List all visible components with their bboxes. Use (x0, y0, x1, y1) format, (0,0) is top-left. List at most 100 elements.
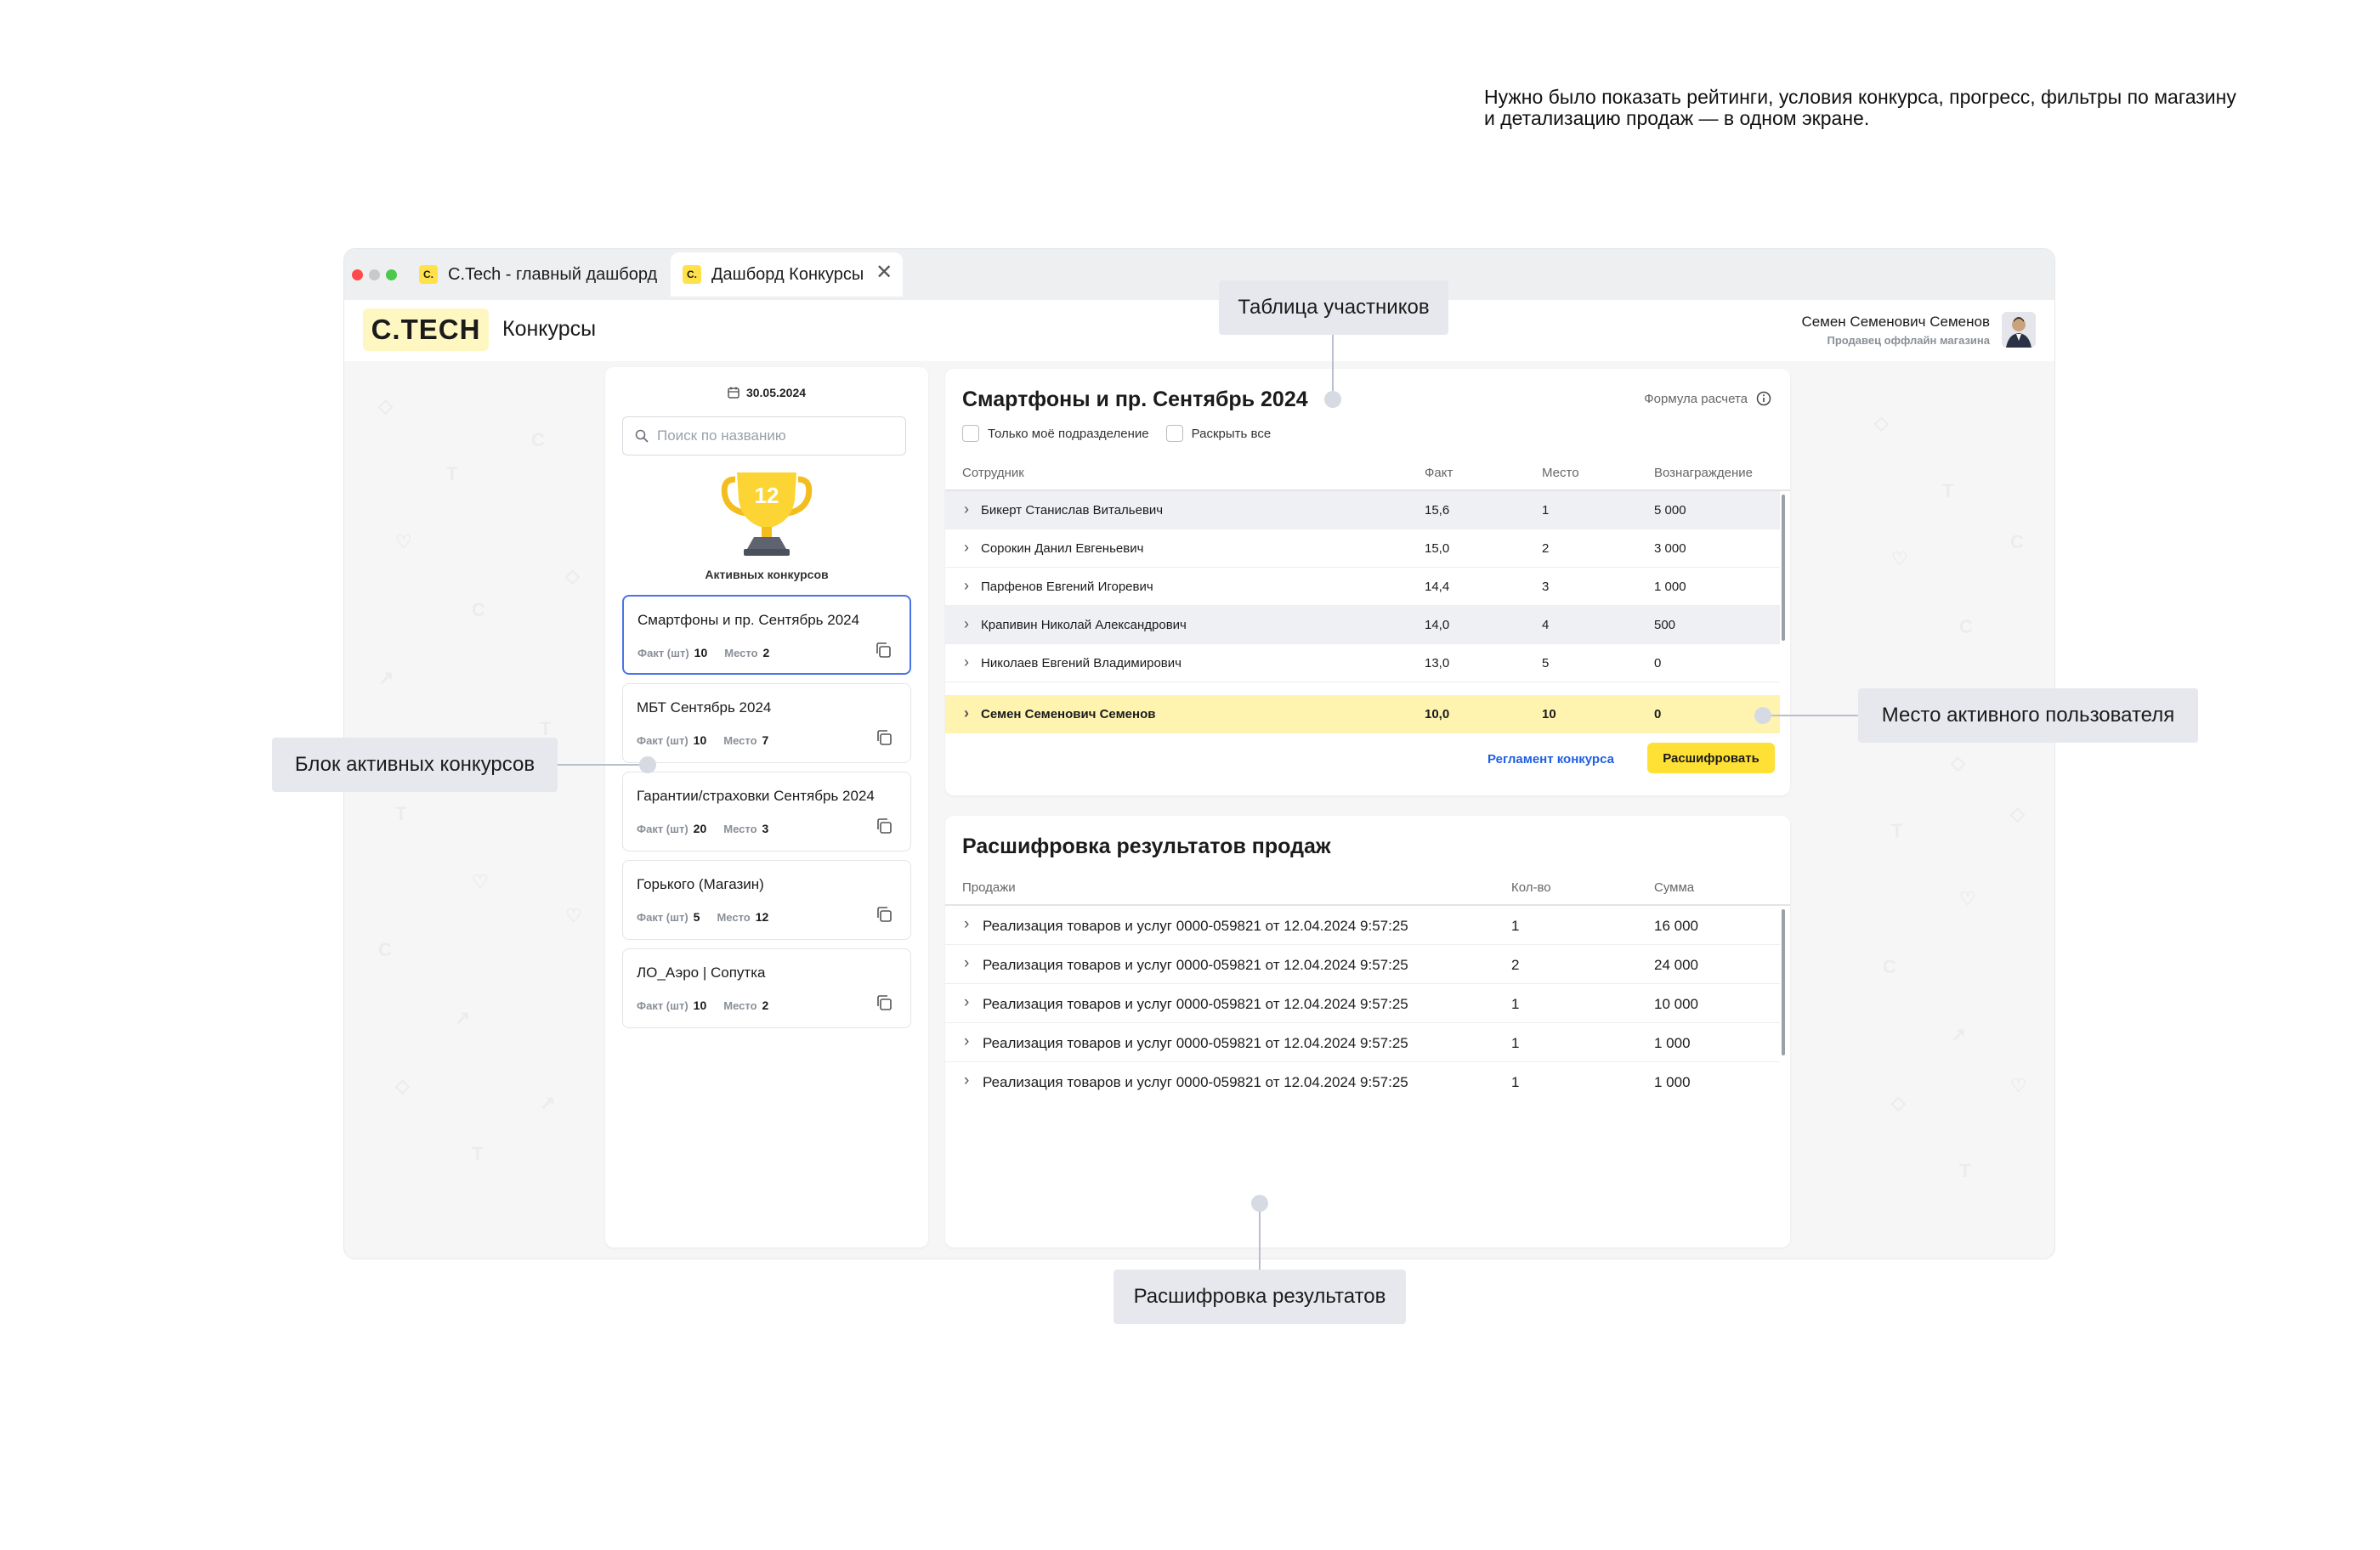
info-icon (1756, 391, 1771, 406)
fact-value: 13,0 (1425, 656, 1450, 670)
place-value: 2 (1542, 541, 1550, 556)
column-qty[interactable]: Кол-во (1511, 880, 1551, 895)
trophy-icon: 12 (720, 467, 813, 561)
checkbox-box[interactable] (1165, 425, 1183, 442)
place-value: 3 (762, 822, 769, 835)
contest-title-heading: Смартфоны и пр. Сентябрь 2024 (962, 388, 1308, 411)
fact-value: 10,0 (1425, 707, 1450, 721)
expand-all-checkbox[interactable]: Раскрыть все (1165, 425, 1271, 442)
table-row[interactable]: › Парфенов Евгений Игоревич 14,4 3 1 000 (945, 568, 1780, 606)
fact-value: 10 (694, 646, 708, 659)
tab-main-dashboard[interactable]: С. C.Tech - главный дашборд (407, 252, 669, 297)
chevron-right-icon[interactable]: › (964, 993, 969, 1012)
chevron-right-icon[interactable]: › (964, 577, 969, 595)
sum-value: 1 000 (1654, 1035, 1691, 1051)
formula-link[interactable]: Формула расчета (1644, 391, 1771, 406)
chevron-right-icon[interactable]: › (964, 915, 969, 934)
column-employee[interactable]: Сотрудник (962, 466, 1024, 480)
sales-document: Реализация товаров и услуг 0000-059821 о… (983, 996, 1408, 1012)
fact-label: Факт (шт) (637, 734, 688, 747)
tab-bar: С. C.Tech - главный дашборд С. Дашборд К… (344, 249, 2054, 300)
column-reward[interactable]: Вознаграждение (1654, 466, 1753, 480)
fact-label: Факт (шт) (638, 647, 689, 659)
search-field[interactable] (622, 416, 906, 455)
place-value: 4 (1542, 618, 1550, 632)
place-label: Место (723, 734, 757, 747)
copy-icon[interactable] (874, 641, 892, 659)
contest-card[interactable]: Горького (Магазин) Факт (шт) 5 Место 12 (622, 860, 911, 940)
sum-value: 1 000 (1654, 1074, 1691, 1090)
table-row[interactable]: › Реализация товаров и услуг 0000-059821… (945, 906, 1780, 945)
active-contests-label: Активных конкурсов (705, 568, 829, 581)
table-row[interactable]: › Реализация товаров и услуг 0000-059821… (945, 1062, 1780, 1101)
contest-title: Горького (Магазин) (637, 876, 764, 892)
copy-icon[interactable] (875, 728, 893, 747)
copy-icon[interactable] (875, 993, 893, 1012)
fact-value: 5 (693, 910, 700, 924)
only-my-department-checkbox[interactable]: Только моё подразделение (962, 425, 1149, 442)
scrollbar-thumb[interactable] (1782, 909, 1785, 1055)
sales-document: Реализация товаров и услуг 0000-059821 о… (983, 1035, 1408, 1051)
column-sum[interactable]: Сумма (1654, 880, 1694, 895)
chevron-right-icon[interactable]: › (964, 615, 969, 633)
place-value: 7 (762, 733, 769, 747)
contest-card[interactable]: ЛО_Аэро | Сопутка Факт (шт) 10 Место 2 (622, 948, 911, 1028)
decode-button[interactable]: Расшифровать (1647, 743, 1775, 773)
table-row[interactable]: › Реализация товаров и услуг 0000-059821… (945, 945, 1780, 984)
chevron-right-icon[interactable]: › (964, 1032, 969, 1051)
minimize-window-dot[interactable] (369, 269, 380, 280)
copy-icon[interactable] (875, 905, 893, 924)
contest-card[interactable]: Гарантии/страховки Сентябрь 2024 Факт (ш… (622, 772, 911, 851)
close-window-dot[interactable] (352, 269, 363, 280)
contest-meta: Факт (шт) 10 Место 7 (637, 733, 780, 747)
contest-card[interactable]: МБТ Сентябрь 2024 Факт (шт) 10 Место 7 (622, 683, 911, 763)
column-place[interactable]: Место (1542, 466, 1579, 480)
place-value: 2 (762, 646, 770, 659)
qty-value: 1 (1511, 918, 1520, 934)
table-row[interactable]: › Сорокин Данил Евгеньевич 15,0 2 3 000 (945, 529, 1780, 568)
reward-value: 0 (1654, 707, 1662, 721)
column-sales[interactable]: Продажи (962, 880, 1016, 895)
chevron-right-icon[interactable]: › (964, 539, 969, 557)
formula-label: Формула расчета (1644, 391, 1748, 406)
avatar[interactable] (2002, 312, 2036, 348)
checkbox-label: Только моё подразделение (988, 426, 1149, 441)
participants-panel: Смартфоны и пр. Сентябрь 2024 Формула ра… (945, 369, 1790, 795)
chevron-right-icon[interactable]: › (964, 1072, 969, 1090)
date-row[interactable]: 30.05.2024 (605, 386, 928, 399)
place-value: 1 (1542, 503, 1550, 518)
table-row[interactable]: › Бикерт Станислав Витальевич 15,6 1 5 0… (945, 491, 1780, 529)
column-fact[interactable]: Факт (1425, 466, 1453, 480)
copy-icon[interactable] (875, 817, 893, 835)
close-tab-icon[interactable]: ✕ (876, 263, 892, 283)
callout-connector (1259, 1207, 1261, 1270)
qty-value: 1 (1511, 996, 1520, 1012)
contest-rules-link[interactable]: Регламент конкурса (1488, 752, 1614, 767)
current-user-row[interactable]: › Семен Семенович Семенов 10,0 10 0 (945, 695, 1780, 733)
checkbox-box[interactable] (962, 425, 979, 442)
intro-text: Нужно было показать рейтинги, условия ко… (1484, 86, 2236, 129)
chevron-right-icon[interactable]: › (964, 501, 969, 518)
fact-value: 15,6 (1425, 503, 1450, 518)
reward-value: 1 000 (1654, 580, 1686, 594)
contest-title: МБТ Сентябрь 2024 (637, 699, 772, 716)
place-value: 2 (762, 998, 769, 1012)
contest-card[interactable]: Смартфоны и пр. Сентябрь 2024 Факт (шт) 1… (622, 595, 911, 675)
table-row[interactable]: › Реализация товаров и услуг 0000-059821… (945, 984, 1780, 1023)
search-input[interactable] (657, 427, 878, 444)
chevron-right-icon[interactable]: › (964, 653, 969, 671)
chevron-right-icon[interactable]: › (964, 954, 969, 973)
reward-value: 500 (1654, 618, 1676, 632)
tab-contests-dashboard[interactable]: С. Дашборд Конкурсы ✕ (671, 252, 904, 297)
table-row[interactable]: › Николаев Евгений Владимирович 13,0 5 0 (945, 644, 1780, 682)
place-value: 12 (755, 910, 769, 924)
fact-label: Факт (шт) (637, 911, 688, 924)
table-row[interactable]: › Крапивин Николай Александрович 14,0 4 … (945, 606, 1780, 644)
chevron-right-icon[interactable]: › (964, 704, 969, 722)
ctech-logo[interactable]: С.TECH (363, 308, 489, 351)
table-row[interactable]: › Реализация товаров и услуг 0000-059821… (945, 1023, 1780, 1062)
filter-checkboxes: Только моё подразделение Раскрыть все (962, 425, 1271, 442)
maximize-window-dot[interactable] (386, 269, 397, 280)
scrollbar-thumb[interactable] (1782, 495, 1785, 641)
callout-anchor (1754, 707, 1771, 724)
